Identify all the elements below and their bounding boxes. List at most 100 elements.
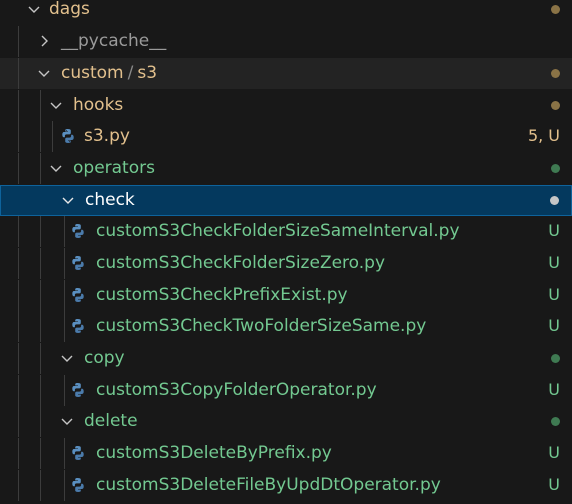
indent-guide — [18, 121, 19, 152]
folder-label: copy — [84, 348, 125, 368]
indent-guide — [18, 438, 19, 469]
file-label: customS3CopyFolderOperator.py — [96, 380, 377, 400]
tree-folder-operators[interactable]: operators — [0, 153, 572, 184]
folder-label: custom / s3 — [61, 62, 157, 84]
indent-guide — [18, 248, 19, 279]
chevron-down-icon — [50, 165, 62, 172]
git-status-badge: U — [548, 380, 560, 399]
indent-guide — [40, 406, 41, 437]
git-untracked-dot — [551, 417, 560, 426]
indent-guide — [18, 311, 19, 342]
indent-guide — [52, 121, 53, 152]
indent-guide — [40, 438, 41, 469]
tree-file-check-same-interval[interactable]: customS3CheckFolderSizeSameInterval.py U — [0, 216, 572, 247]
folder-label: dags — [49, 0, 90, 19]
git-status-badge: 5, U — [527, 126, 560, 145]
tree-file-delete-by-prefix[interactable]: customS3DeleteByPrefix.py U — [0, 438, 572, 469]
chevron-right-icon — [41, 35, 48, 47]
explorer-tree: dags __pycache__ custom / s3 hooks s3.py 5… — [0, 0, 572, 504]
indent-guide — [40, 121, 41, 152]
tree-folder-dags[interactable]: dags — [0, 0, 572, 25]
path-separator: / — [127, 63, 134, 83]
file-label: customS3DeleteByPrefix.py — [96, 443, 332, 463]
tree-folder-delete[interactable]: delete — [0, 406, 572, 437]
chevron-down-icon — [61, 355, 73, 362]
chevron-down-icon — [38, 70, 50, 77]
tree-file-s3-py[interactable]: s3.py 5, U — [0, 121, 572, 152]
indent-guide — [64, 280, 65, 311]
file-label: customS3CheckFolderSizeZero.py — [96, 253, 386, 273]
tree-file-check-prefix-exist[interactable]: customS3CheckPrefixExist.py U — [0, 280, 572, 311]
indent-guide — [40, 280, 41, 311]
indent-guide — [18, 375, 19, 406]
indent-guide — [40, 470, 41, 501]
indent-guide — [18, 216, 19, 247]
tree-file-copy-folder-operator[interactable]: customS3CopyFolderOperator.py U — [0, 375, 572, 406]
file-label: customS3DeleteFileByUpdDtOperator.py — [96, 475, 441, 495]
git-untracked-dot — [551, 354, 560, 363]
git-modified-dot — [551, 5, 560, 14]
tree-folder-check[interactable]: check — [0, 185, 572, 216]
tree-file-check-two-folder[interactable]: customS3CheckTwoFolderSizeSame.py U — [0, 311, 572, 342]
indent-guide — [40, 90, 41, 121]
folder-label: hooks — [73, 95, 124, 115]
indent-guide — [18, 58, 19, 89]
tree-file-check-size-zero[interactable]: customS3CheckFolderSizeZero.py U — [0, 248, 572, 279]
tree-folder-pycache[interactable]: __pycache__ — [0, 26, 572, 57]
chevron-down-icon — [61, 418, 73, 425]
git-modified-dot — [551, 69, 560, 78]
indent-guide — [64, 470, 65, 501]
indent-guide — [40, 375, 41, 406]
indent-guide — [18, 280, 19, 311]
python-file-icon — [72, 224, 84, 238]
indent-guide — [40, 216, 41, 247]
indent-guide — [40, 153, 41, 184]
status-dot — [550, 196, 559, 205]
indent-guide — [40, 248, 41, 279]
python-file-icon — [72, 478, 84, 492]
git-status-badge: U — [548, 285, 560, 304]
folder-label: check — [85, 190, 135, 210]
indent-guide — [18, 406, 19, 437]
tree-folder-hooks[interactable]: hooks — [0, 90, 572, 121]
python-file-icon — [62, 129, 74, 143]
indent-guide — [18, 90, 19, 121]
file-label: customS3CheckPrefixExist.py — [96, 285, 348, 305]
chevron-down-icon — [50, 102, 62, 109]
folder-label: __pycache__ — [61, 31, 167, 51]
folder-label-part: s3 — [137, 63, 158, 83]
indent-guide — [40, 343, 41, 374]
indent-guide — [64, 438, 65, 469]
indent-guide — [18, 26, 19, 57]
indent-guide — [18, 470, 19, 501]
git-status-badge: U — [548, 443, 560, 462]
git-untracked-dot — [551, 164, 560, 173]
python-file-icon — [72, 319, 84, 333]
indent-guide — [40, 311, 41, 342]
folder-label: operators — [73, 158, 155, 178]
indent-guide — [64, 216, 65, 247]
indent-guide — [64, 375, 65, 406]
python-file-icon — [72, 383, 84, 397]
tree-folder-custom-s3[interactable]: custom / s3 — [0, 58, 572, 89]
git-modified-dot — [551, 101, 560, 110]
git-status-badge: U — [548, 316, 560, 335]
file-label: s3.py — [84, 126, 130, 146]
folder-label: delete — [84, 411, 138, 431]
indent-guide — [64, 311, 65, 342]
file-label: customS3CheckFolderSizeSameInterval.py — [96, 221, 460, 241]
tree-file-delete-by-upd-dt[interactable]: customS3DeleteFileByUpdDtOperator.py U — [0, 470, 572, 501]
indent-guide — [64, 248, 65, 279]
tree-folder-copy[interactable]: copy — [0, 343, 572, 374]
python-file-icon — [72, 256, 84, 270]
indent-guide — [18, 343, 19, 374]
python-file-icon — [72, 446, 84, 460]
indent-guide — [18, 153, 19, 184]
git-status-badge: U — [548, 221, 560, 240]
folder-label-part: custom — [61, 63, 124, 83]
chevron-down-icon — [28, 6, 40, 13]
git-status-badge: U — [548, 475, 560, 494]
python-file-icon — [72, 288, 84, 302]
git-status-badge: U — [548, 253, 560, 272]
file-label: customS3CheckTwoFolderSizeSame.py — [96, 316, 427, 336]
